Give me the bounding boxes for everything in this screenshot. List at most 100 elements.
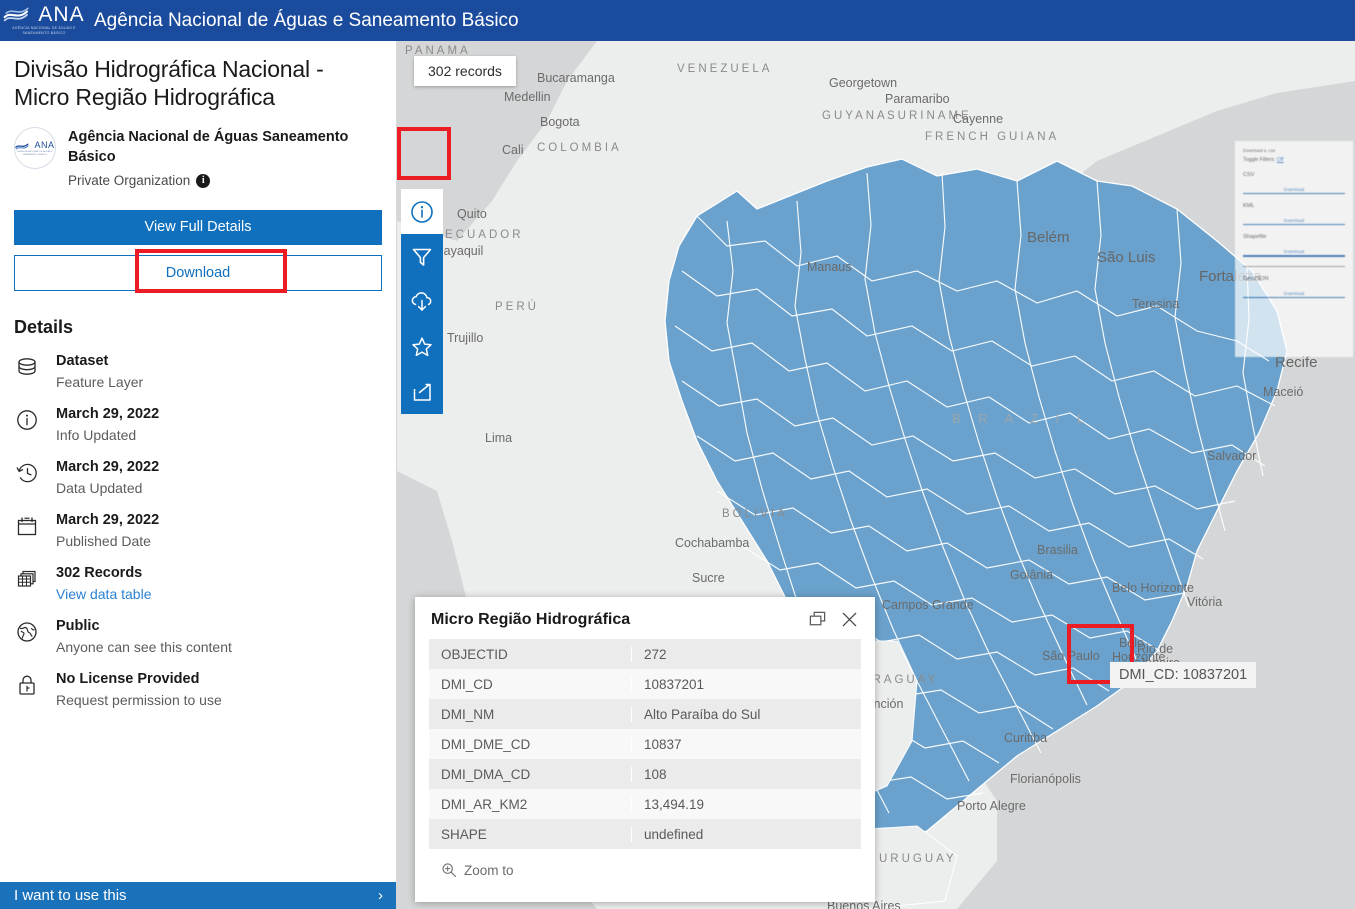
organization-avatar: ANA AGÊNCIA NACIONAL DE ÁGUAS E SANEAMEN… xyxy=(14,127,56,169)
map-toolbar xyxy=(401,189,443,414)
detail-main: March 29, 2022 xyxy=(56,512,160,528)
detail-row: 302 Records View data table xyxy=(14,564,382,604)
detail-sub: Published Date xyxy=(56,533,151,549)
map-tool-favorite[interactable] xyxy=(401,324,443,369)
info-icon xyxy=(411,200,433,223)
download-format-item: GeoJSON Download xyxy=(1243,275,1345,299)
map-tool-info[interactable] xyxy=(401,189,443,234)
feature-popup[interactable]: Micro Região Hidrográfica OBJECTID 272 DMI… xyxy=(415,597,875,902)
map-tool-download[interactable] xyxy=(401,279,443,324)
download-formats-panel[interactable]: Download a .csv Toggle Filters: Off CSV D… xyxy=(1235,141,1353,357)
detail-sub: Feature Layer xyxy=(56,374,144,390)
logo-text: ANA xyxy=(38,2,85,26)
popup-row: DMI_AR_KM2 13,494.19 xyxy=(429,789,861,819)
download-button[interactable]: Download xyxy=(14,255,382,291)
detail-row: March 29, 2022 Data Updated xyxy=(14,458,382,498)
view-full-details-button[interactable]: View Full Details xyxy=(14,210,382,245)
popup-close-button[interactable] xyxy=(840,610,859,629)
download-format-rule xyxy=(1243,192,1345,194)
popup-row-value: 272 xyxy=(631,646,861,662)
download-format-link[interactable]: Download xyxy=(1243,218,1345,223)
wave-logo-icon xyxy=(3,7,30,22)
download-format-link[interactable]: Download xyxy=(1243,291,1345,296)
toggle-filters-value[interactable]: Off xyxy=(1277,157,1284,163)
database-icon xyxy=(14,354,40,380)
details-heading: Details xyxy=(14,317,74,337)
popup-row: DMI_DME_CD 10837 xyxy=(429,729,861,759)
popup-title: Micro Região Hidrográfica xyxy=(431,610,631,628)
use-this-bar[interactable]: I want to use this › xyxy=(0,882,396,909)
feature-tooltip: DMI_CD: 10837201 xyxy=(1110,662,1257,688)
organization-type: Private Organization i xyxy=(68,173,382,188)
app-root: ANA AGÊNCIA NACIONAL DE ÁGUAS E SANEAMEN… xyxy=(0,0,1355,909)
windows-icon xyxy=(809,611,826,626)
logo-subtitle: AGÊNCIA NACIONAL DE ÁGUAS E SANEAMENTO B… xyxy=(12,25,76,35)
chevron-right-icon: › xyxy=(378,887,383,904)
detail-row: Dataset Feature Layer xyxy=(14,352,382,392)
popup-row-value: 10837201 xyxy=(631,676,861,692)
popup-row: OBJECTID 272 xyxy=(429,639,861,669)
popup-row: DMI_DMA_CD 108 xyxy=(429,759,861,789)
download-format-item: Shapefile Download xyxy=(1243,234,1345,257)
organization-type-label: Private Organization xyxy=(68,173,191,188)
download-format-label: CSV xyxy=(1243,171,1255,178)
organization-row: ANA AGÊNCIA NACIONAL DE ÁGUAS E SANEAMEN… xyxy=(14,127,382,188)
popup-row-key: DMI_DMA_CD xyxy=(441,766,531,782)
popup-row-key: DMI_DME_CD xyxy=(441,736,531,752)
detail-main: March 29, 2022 xyxy=(56,406,160,422)
zoom-to-label: Zoom to xyxy=(464,862,514,878)
detail-row: March 29, 2022 Info Updated xyxy=(14,405,382,445)
popup-row-key: SHAPE xyxy=(441,826,487,842)
popup-row-value: 13,494.19 xyxy=(631,796,861,812)
detail-body: Dataset Feature Layer xyxy=(56,352,143,392)
popup-row: DMI_CD 10837201 xyxy=(429,669,861,699)
detail-main: Dataset xyxy=(56,353,109,369)
table-stack-icon xyxy=(14,566,40,592)
filter-icon xyxy=(412,248,432,266)
detail-main: 302 Records xyxy=(56,565,143,581)
close-icon xyxy=(842,612,857,627)
detail-sub: Anyone can see this content xyxy=(56,639,232,655)
map-tool-share[interactable] xyxy=(401,369,443,414)
download-format-label: GeoJSON xyxy=(1243,275,1269,282)
header-title: Agência Nacional de Águas e Saneamento B… xyxy=(94,9,519,31)
page-title: Divisão Hidrográfica Nacional - Micro Re… xyxy=(14,56,324,110)
detail-main: Public xyxy=(56,618,100,634)
download-format-link[interactable]: Download xyxy=(1243,249,1345,254)
download-format-rule xyxy=(1243,296,1345,299)
download-format-link[interactable]: Download xyxy=(1243,187,1345,192)
detail-sub: Info Updated xyxy=(56,427,137,443)
organization-logo-subtitle: AGÊNCIA NACIONAL DE ÁGUAS E SANEAMENTO B… xyxy=(17,150,53,156)
download-icon xyxy=(411,291,432,311)
popup-dock-button[interactable] xyxy=(808,610,827,629)
map-tool-filter[interactable] xyxy=(401,234,443,279)
popup-row-value: 10837 xyxy=(631,736,861,752)
popup-actions xyxy=(808,610,859,629)
popup-header: Micro Região Hidrográfica xyxy=(415,597,875,639)
details-list: Dataset Feature Layer March 29, 2022 Info U… xyxy=(14,352,382,710)
info-tooltip-icon[interactable]: i xyxy=(196,173,211,188)
organization-name[interactable]: Agência Nacional de Águas Saneamento Bás… xyxy=(68,127,382,167)
download-panel-header: Download a .csv xyxy=(1243,148,1276,153)
zoom-in-icon xyxy=(442,863,457,878)
popup-attribute-table: OBJECTID 272 DMI_CD 10837201 DMI_NM Alto Para… xyxy=(429,639,861,849)
share-icon xyxy=(413,383,431,401)
detail-row: No License Provided Request permission to… xyxy=(14,670,382,710)
popup-zoom-to-button[interactable]: Zoom to xyxy=(415,849,875,878)
info-circle-icon xyxy=(14,407,40,433)
ana-logo[interactable]: ANA AGÊNCIA NACIONAL DE ÁGUAS E SANEAMEN… xyxy=(0,0,88,41)
clock-history-icon xyxy=(14,460,40,486)
download-format-rule xyxy=(1243,224,1345,226)
download-format-label: KML xyxy=(1243,203,1255,209)
download-button-wrap: Download xyxy=(14,249,382,293)
organization-logo-text: ANA xyxy=(34,140,55,151)
detail-body: March 29, 2022 Published Date xyxy=(56,511,159,551)
download-format-rule xyxy=(1243,255,1345,257)
popup-row-key: OBJECTID xyxy=(441,646,508,662)
download-format-list: CSV Download KML Download Shapefile Download G… xyxy=(1243,172,1345,299)
view-data-table-link[interactable]: View data table xyxy=(56,585,151,604)
popup-row-value: Alto Paraíba do Sul xyxy=(631,706,861,722)
detail-main: No License Provided xyxy=(56,671,200,687)
popup-row-key: DMI_AR_KM2 xyxy=(441,796,528,812)
download-toggle-filters[interactable]: Toggle Filters: Off xyxy=(1243,157,1345,163)
